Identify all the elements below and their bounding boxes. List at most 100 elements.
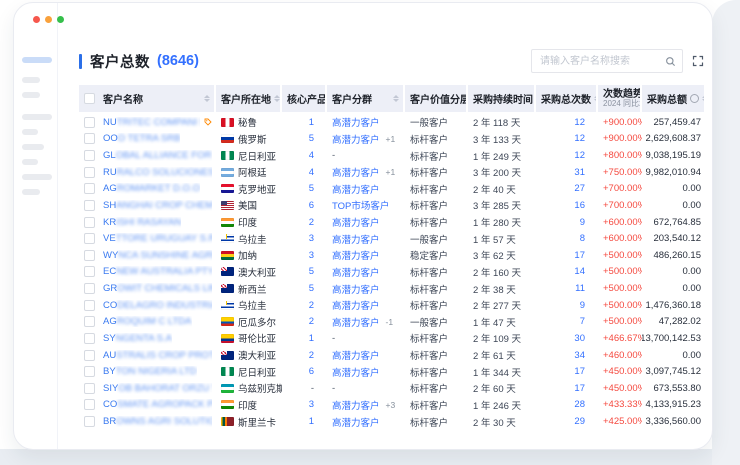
table-row[interactable]: KRISHI RASAYAN 印度 2 高潜力客户 标杆客户 1 年 280 天… — [79, 214, 704, 231]
purchase-count[interactable]: 27 — [536, 183, 598, 194]
table-row[interactable]: AGROMARKET D.O.O 克罗地亚 5 高潜力客户 标杆客户 2 年 4… — [79, 181, 704, 198]
customer-name-link[interactable]: CODELAGRO INDUSTRIAL ALMIRR... — [103, 300, 212, 311]
core-product-count[interactable]: 1 — [282, 416, 327, 427]
customer-name-link[interactable]: NUTRITEC COMPANI S.A.C — [103, 117, 200, 128]
row-checkbox[interactable] — [84, 217, 95, 228]
table-row[interactable]: GROWIT CHEMICALS LIMITED 新西兰 5 高潜力客户 标杆客… — [79, 280, 704, 297]
row-checkbox[interactable] — [84, 316, 95, 327]
segment-label[interactable]: 高潜力客户 — [332, 132, 380, 146]
customer-name-link[interactable]: RURALCO SOLUCIONES S.A — [103, 167, 212, 178]
purchase-count[interactable]: 12 — [536, 133, 598, 144]
sidebar-item-placeholder[interactable] — [22, 189, 40, 195]
table-row[interactable]: OOO TETRA SRB 俄罗斯 5 高潜力客户 +1 标杆客户 3 年 13… — [79, 131, 704, 148]
column-header-name[interactable]: 客户名称 — [79, 85, 216, 112]
row-checkbox[interactable] — [84, 266, 95, 277]
segment-label[interactable]: 高潜力客户 — [332, 282, 380, 296]
sidebar-item-placeholder[interactable] — [22, 92, 40, 98]
purchase-count[interactable]: 16 — [536, 200, 598, 211]
purchase-count[interactable]: 7 — [536, 316, 598, 327]
customer-name-link[interactable]: SYNGENTA S.A — [103, 333, 172, 344]
customer-name-link[interactable]: OOO TETRA SRB — [103, 133, 180, 144]
core-product-count[interactable]: 5 — [282, 133, 327, 144]
table-row[interactable]: CODELAGRO INDUSTRIAL ALMIRR... 乌拉圭 2 高潜力… — [79, 297, 704, 314]
segment-label[interactable]: 高潜力客户 — [332, 398, 380, 412]
segment-label[interactable]: 高潜力客户 — [332, 348, 380, 362]
purchase-count[interactable]: 9 — [536, 217, 598, 228]
customer-name-link[interactable]: AGROMARKET D.O.O — [103, 183, 200, 194]
table-row[interactable]: VETTORE URUGUAY S.R.L 乌拉圭 3 高潜力客户 一般客户 1… — [79, 230, 704, 247]
row-checkbox[interactable] — [84, 333, 95, 344]
segment-label[interactable]: - — [332, 150, 335, 161]
customer-name-link[interactable]: AGROQUIM C LTDA — [103, 316, 192, 327]
segment-label[interactable]: 高潜力客户 — [332, 315, 380, 329]
row-checkbox[interactable] — [84, 283, 95, 294]
table-row[interactable]: BROWNS AGRI SOLUTIONS PVTLTD 斯里兰卡 1 高潜力客… — [79, 413, 704, 430]
core-product-count[interactable]: 1 — [282, 333, 327, 344]
zoom-window-icon[interactable] — [57, 16, 64, 23]
row-checkbox[interactable] — [84, 416, 95, 427]
row-checkbox[interactable] — [84, 167, 95, 178]
table-row[interactable]: AUSTRALIS CROP PROTECTIONP... 澳大利亚 2 高潜力… — [79, 347, 704, 364]
row-checkbox[interactable] — [84, 183, 95, 194]
table-row[interactable]: COSMATE AGROPACK PRIVATEE ... 印度 3 高潜力客户… — [79, 397, 704, 414]
customer-name-link[interactable]: GROWIT CHEMICALS LIMITED — [103, 283, 212, 294]
sidebar-active-item-placeholder[interactable] — [22, 57, 52, 63]
table-row[interactable]: SYNGENTA S.A 哥伦比亚 1 - 标杆客户 2 年 109 天 30 … — [79, 330, 704, 347]
sidebar-item-placeholder[interactable] — [22, 77, 40, 83]
row-checkbox[interactable] — [84, 350, 95, 361]
segment-label[interactable]: 高潜力客户 — [332, 215, 380, 229]
sidebar-item-placeholder[interactable] — [22, 114, 52, 120]
purchase-count[interactable]: 34 — [536, 350, 598, 361]
purchase-count[interactable]: 31 — [536, 167, 598, 178]
row-checkbox[interactable] — [84, 383, 95, 394]
segment-label[interactable]: 高潜力客户 — [332, 182, 380, 196]
core-product-count[interactable]: 5 — [282, 183, 327, 194]
core-product-count[interactable]: 3 — [282, 250, 327, 261]
core-product-count[interactable]: 3 — [282, 399, 327, 410]
segment-label[interactable]: 高潜力客户 — [332, 365, 380, 379]
customer-name-link[interactable]: GLOBAL ALLIANCE FOR CHEMICA... — [103, 150, 212, 161]
core-product-count[interactable]: 2 — [282, 316, 327, 327]
segment-label[interactable]: 高潜力客户 — [332, 265, 380, 279]
segment-label[interactable]: 高潜力客户 — [332, 165, 380, 179]
purchase-count[interactable]: 17 — [536, 250, 598, 261]
customer-name-link[interactable]: BYTON NIGERIA LTD — [103, 366, 197, 377]
segment-label[interactable]: 高潜力客户 — [332, 115, 380, 129]
table-row[interactable]: BYTON NIGERIA LTD 尼日利亚 6 高潜力客户 标杆客户 1 年 … — [79, 363, 704, 380]
segment-label[interactable]: TOP市场客户 — [332, 198, 389, 212]
search-icon[interactable] — [665, 56, 676, 67]
customer-name-link[interactable]: AUSTRALIS CROP PROTECTIONP... — [103, 350, 212, 361]
expand-fullscreen-icon[interactable] — [692, 55, 704, 67]
amount-info-icon[interactable] — [690, 94, 699, 103]
select-all-checkbox[interactable] — [84, 93, 95, 104]
column-header-count[interactable]: 采购总次数 — [536, 85, 598, 112]
sidebar-item-placeholder[interactable] — [22, 159, 38, 165]
close-window-icon[interactable] — [33, 16, 40, 23]
customer-name-link[interactable]: COSMATE AGROPACK PRIVATEE ... — [103, 399, 212, 410]
segment-label[interactable]: - — [332, 383, 335, 394]
sort-segment-icon[interactable] — [390, 95, 399, 103]
customer-name-link[interactable]: KRISHI RASAYAN — [103, 217, 181, 228]
row-checkbox[interactable] — [84, 399, 95, 410]
core-product-count[interactable]: 2 — [282, 217, 327, 228]
core-product-count[interactable]: 4 — [282, 150, 327, 161]
minimize-window-icon[interactable] — [45, 16, 52, 23]
customer-name-link[interactable]: VETTORE URUGUAY S.R.L — [103, 233, 212, 244]
column-header-duration[interactable]: 采购持续时间 — [468, 85, 536, 112]
search-input[interactable] — [538, 55, 665, 68]
core-product-count[interactable]: 5 — [282, 283, 327, 294]
column-header-tier[interactable]: 客户价值分层 — [405, 85, 468, 112]
row-checkbox[interactable] — [84, 150, 95, 161]
row-checkbox[interactable] — [84, 133, 95, 144]
table-row[interactable]: GLOBAL ALLIANCE FOR CHEMICA... 尼日利亚 4 - … — [79, 147, 704, 164]
row-checkbox[interactable] — [84, 366, 95, 377]
table-row[interactable]: SIYOB BAHORAT ORZU TOMACHX... 乌兹别克斯坦 - -… — [79, 380, 704, 397]
row-checkbox[interactable] — [84, 300, 95, 311]
column-header-trend[interactable]: 次数趋势 2024 同比增长率 — [598, 85, 642, 112]
table-row[interactable]: RURALCO SOLUCIONES S.A 阿根廷 4 高潜力客户 +1 标杆… — [79, 164, 704, 181]
core-product-count[interactable]: 6 — [282, 200, 327, 211]
core-product-count[interactable]: 2 — [282, 300, 327, 311]
customer-name-link[interactable]: WYNCA SUNSHINE AGRIC PRO(U... — [103, 250, 212, 261]
column-header-amount[interactable]: 采购总额 — [642, 85, 704, 112]
sort-count-icon[interactable] — [591, 95, 598, 103]
